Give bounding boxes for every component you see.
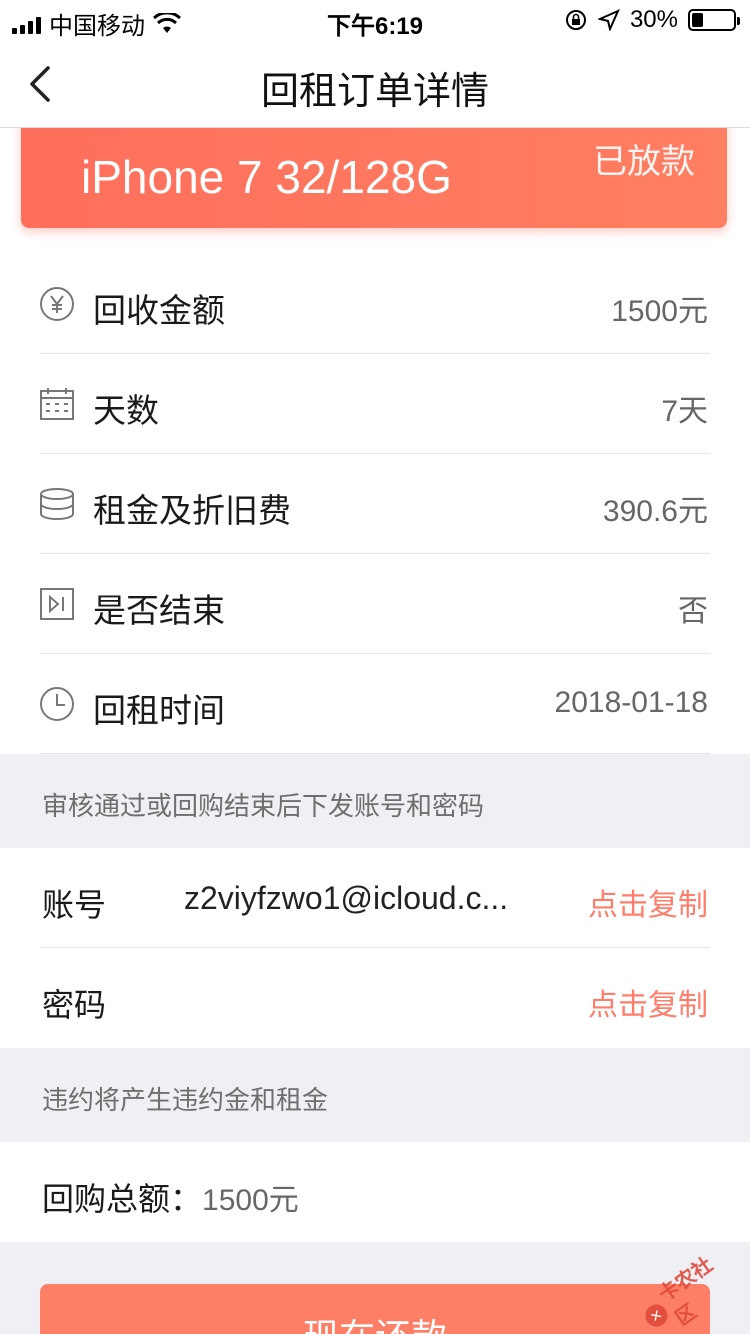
penalty-notice: 违约将产生违约金和租金 [0, 1048, 750, 1142]
password-row: 密码 点击复制 [0, 948, 750, 1048]
order-info-list: 回收金额 1500元 天数 7天 租金及折旧费 390.6元 是否结束 否 回租… [0, 254, 750, 754]
info-row-recovery-amount: 回收金额 1500元 [0, 254, 750, 354]
repay-now-label: 现在还款 [40, 1308, 710, 1334]
coins-stack-icon [40, 488, 74, 520]
info-value: 2018-01-18 [554, 686, 708, 719]
yen-circle-icon [40, 287, 74, 321]
info-value: 否 [678, 595, 708, 628]
buyback-total-label: 回购总额： [42, 1181, 203, 1217]
info-label: 回租时间 [93, 692, 225, 729]
info-value: 1500元 [611, 295, 708, 328]
repay-now-button[interactable]: 现在还款 [40, 1284, 710, 1334]
copy-account-button[interactable]: 点击复制 [588, 880, 708, 924]
info-row-rent-fee: 租金及折旧费 390.6元 [0, 454, 750, 554]
info-value: 390.6元 [602, 495, 708, 528]
status-right: 30% [564, 6, 740, 34]
info-row-lease-time: 回租时间 2018-01-18 [0, 654, 750, 754]
loan-status: 已放款 [593, 143, 695, 181]
penalty-notice-text: 违约将产生违约金和租金 [42, 1085, 329, 1115]
info-row-ended: 是否结束 否 [0, 554, 750, 654]
account-notice: 审核通过或回购结束后下发账号和密码 [0, 754, 750, 848]
device-model: iPhone 7 32/128G [81, 151, 452, 203]
account-row: 账号 z2viyfzwo1@icloud.c... 点击复制 [0, 848, 750, 948]
info-label: 回收金额 [93, 292, 225, 329]
buyback-total: 回购总额：1500元 [42, 1174, 299, 1220]
bottom-action-area: 现在还款 ✕ 卡农社区 [0, 1242, 750, 1334]
buyback-total-value: 1500元 [202, 1184, 299, 1217]
battery-percent: 30% [629, 6, 678, 33]
rotation-lock-icon [565, 10, 586, 30]
info-row-days: 天数 7天 [0, 354, 750, 454]
info-label: 是否结束 [93, 592, 225, 629]
info-label: 天数 [93, 392, 159, 429]
password-label: 密码 [42, 987, 107, 1023]
clock-icon [40, 687, 74, 721]
copy-password-button[interactable]: 点击复制 [588, 980, 708, 1024]
location-arrow-icon [597, 9, 620, 31]
account-value: z2viyfzwo1@icloud.c... [184, 880, 509, 916]
calendar-icon [40, 388, 74, 420]
info-label: 租金及折旧费 [93, 492, 291, 529]
end-play-icon [40, 588, 74, 620]
battery-icon [688, 9, 740, 31]
navigation-bar: 回租订单详情 [0, 40, 750, 128]
account-label: 账号 [42, 887, 107, 923]
info-value: 7天 [661, 395, 708, 428]
watermark-logo: ✕ 卡农社区 [630, 1242, 750, 1334]
page-title: 回租订单详情 [260, 71, 489, 113]
account-notice-text: 审核通过或回购结束后下发账号和密码 [42, 791, 485, 821]
buyback-total-row: 回购总额：1500元 [0, 1142, 750, 1242]
status-bar: 中国移动 下午6:19 30% [0, 0, 750, 40]
